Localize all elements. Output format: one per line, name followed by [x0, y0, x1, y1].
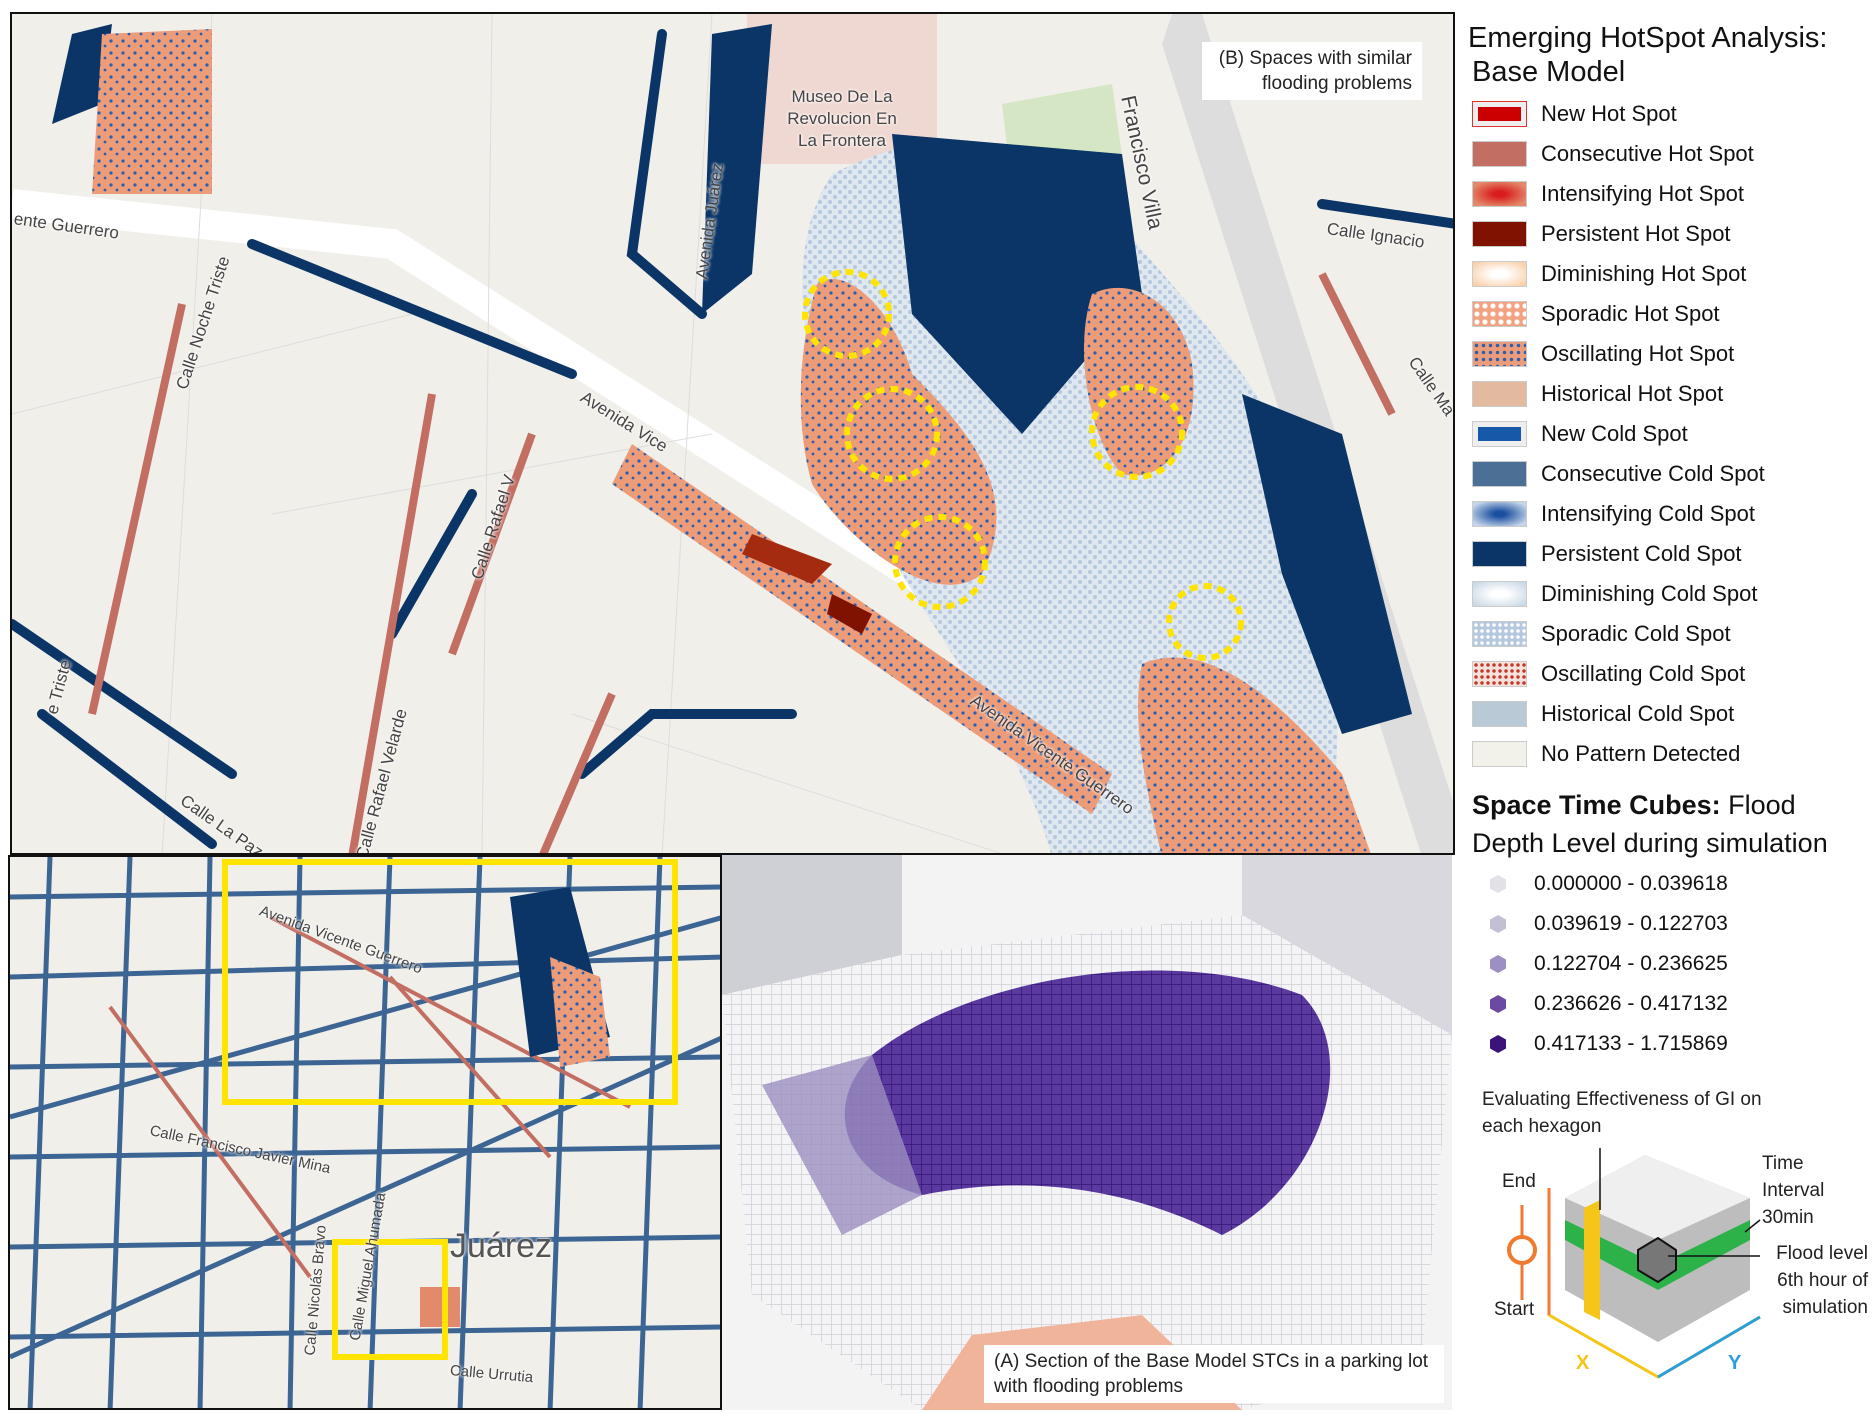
legend-item: Historical Hot Spot: [1472, 380, 1723, 408]
legend-label: New Cold Spot: [1541, 421, 1688, 446]
legend-label: Intensifying Cold Spot: [1541, 501, 1756, 526]
cube-icon: [1490, 915, 1506, 933]
legend-swatch: [1472, 421, 1527, 447]
stc-legend-label: 0.417133 - 1.715869: [1534, 1032, 1728, 1055]
legend-item: Oscillating Cold Spot: [1472, 660, 1745, 688]
zoom-box-b: [222, 859, 678, 1105]
legend-swatch: [1472, 381, 1527, 407]
stc-legend-item: 0.417133 - 1.715869: [1490, 1032, 1728, 1056]
legend-item: Consecutive Hot Spot: [1472, 140, 1754, 168]
legend-item: Persistent Hot Spot: [1472, 220, 1731, 248]
legend-swatch: [1472, 661, 1527, 687]
cube-icon: [1490, 875, 1506, 893]
legend-label: Consecutive Hot Spot: [1541, 141, 1754, 166]
legend-label: No Pattern Detected: [1541, 741, 1741, 766]
legend-swatch: [1472, 741, 1527, 767]
legend-item: Sporadic Cold Spot: [1472, 620, 1731, 648]
legend-label: Oscillating Cold Spot: [1541, 661, 1746, 686]
city-label: Juárez: [450, 1227, 553, 1265]
callout-a: (A) Section of the Base Model STCs in a …: [984, 1345, 1444, 1403]
legend-item: Intensifying Hot Spot: [1472, 180, 1744, 208]
legend-label: Sporadic Cold Spot: [1541, 621, 1731, 646]
legend-item: Sporadic Hot Spot: [1472, 300, 1720, 328]
stc-legend-label: 0.122704 - 0.236625: [1534, 952, 1728, 975]
legend-label: Diminishing Cold Spot: [1541, 581, 1758, 606]
legend-item: Consecutive Cold Spot: [1472, 460, 1765, 488]
cube-icon: [1490, 955, 1506, 973]
overview-map-panel: Avenida Vicente Guerrero Calle Francisco…: [8, 855, 722, 1410]
stc-legend-label: 0.000000 - 0.039618: [1534, 872, 1728, 895]
legend-swatch: [1472, 101, 1527, 127]
legend-label: Diminishing Hot Spot: [1541, 261, 1747, 286]
legend-label: Consecutive Cold Spot: [1541, 461, 1765, 486]
callout-b: (B) Spaces with similar flooding problem…: [1202, 42, 1422, 100]
top-map-panel: Museo De La Revolucion En La Frontera Fr…: [10, 12, 1455, 855]
stc-legend-item: 0.122704 - 0.236625: [1490, 952, 1728, 976]
legend-item: New Hot Spot: [1472, 100, 1677, 128]
legend-subtitle: Base Model: [1472, 56, 1626, 88]
legend-label: Oscillating Hot Spot: [1541, 341, 1735, 366]
space-time-cube-diagram: [1507, 1148, 1761, 1379]
stc-legend-item: 0.039619 - 0.122703: [1490, 912, 1728, 936]
legend-swatch: [1472, 341, 1527, 367]
legend-item: No Pattern Detected: [1472, 740, 1740, 768]
legend-label: Persistent Cold Spot: [1541, 541, 1742, 566]
legend-item: Diminishing Cold Spot: [1472, 580, 1757, 608]
stc-legend-subtitle: Depth Level during simulation: [1472, 828, 1828, 858]
cube-icon: [1490, 1035, 1506, 1053]
legend-label: Intensifying Hot Spot: [1541, 181, 1745, 206]
legend-swatch: [1472, 501, 1527, 527]
hotspot-map-top: [12, 14, 1453, 853]
legend-swatch: [1472, 261, 1527, 287]
legend-item: Intensifying Cold Spot: [1472, 500, 1755, 528]
legend-panel: Emerging HotSpot Analysis: Base Model Ne…: [1460, 0, 1875, 1415]
cube-icon: [1490, 995, 1506, 1013]
legend-swatch: [1472, 141, 1527, 167]
legend-item: Persistent Cold Spot: [1472, 540, 1742, 568]
legend-label: New Hot Spot: [1541, 101, 1677, 126]
legend-swatch: [1472, 541, 1527, 567]
legend-swatch: [1472, 301, 1527, 327]
stc-legend-label: 0.039619 - 0.122703: [1534, 912, 1728, 935]
stc-legend-title: Space Time Cubes: Flood: [1472, 790, 1796, 820]
legend-swatch: [1472, 181, 1527, 207]
legend-swatch: [1472, 221, 1527, 247]
legend-label: Historical Cold Spot: [1541, 701, 1735, 726]
legend-swatch: [1472, 621, 1527, 647]
legend-swatch: [1472, 701, 1527, 727]
stc-legend-label: 0.236626 - 0.417132: [1534, 992, 1728, 1015]
legend-item: New Cold Spot: [1472, 420, 1688, 448]
legend-swatch: [1472, 461, 1527, 487]
legend-item: Historical Cold Spot: [1472, 700, 1734, 728]
stc-3d-view: (A) Section of the Base Model STCs in a …: [722, 855, 1452, 1410]
stc-legend-item: 0.236626 - 0.417132: [1490, 992, 1728, 1016]
legend-item: Oscillating Hot Spot: [1472, 340, 1734, 368]
stc-legend-item: 0.000000 - 0.039618: [1490, 872, 1728, 896]
space-time-cubes-render: [722, 855, 1452, 1410]
legend-item: Diminishing Hot Spot: [1472, 260, 1746, 288]
legend-label: Sporadic Hot Spot: [1541, 301, 1720, 326]
legend-swatch: [1472, 581, 1527, 607]
museum-label: Museo De La Revolucion En La Frontera: [787, 87, 897, 150]
clock-icon: [1507, 1235, 1537, 1265]
legend-title: Emerging HotSpot Analysis:: [1468, 22, 1828, 54]
legend-label: Persistent Hot Spot: [1541, 221, 1731, 246]
legend-label: Historical Hot Spot: [1541, 381, 1724, 406]
